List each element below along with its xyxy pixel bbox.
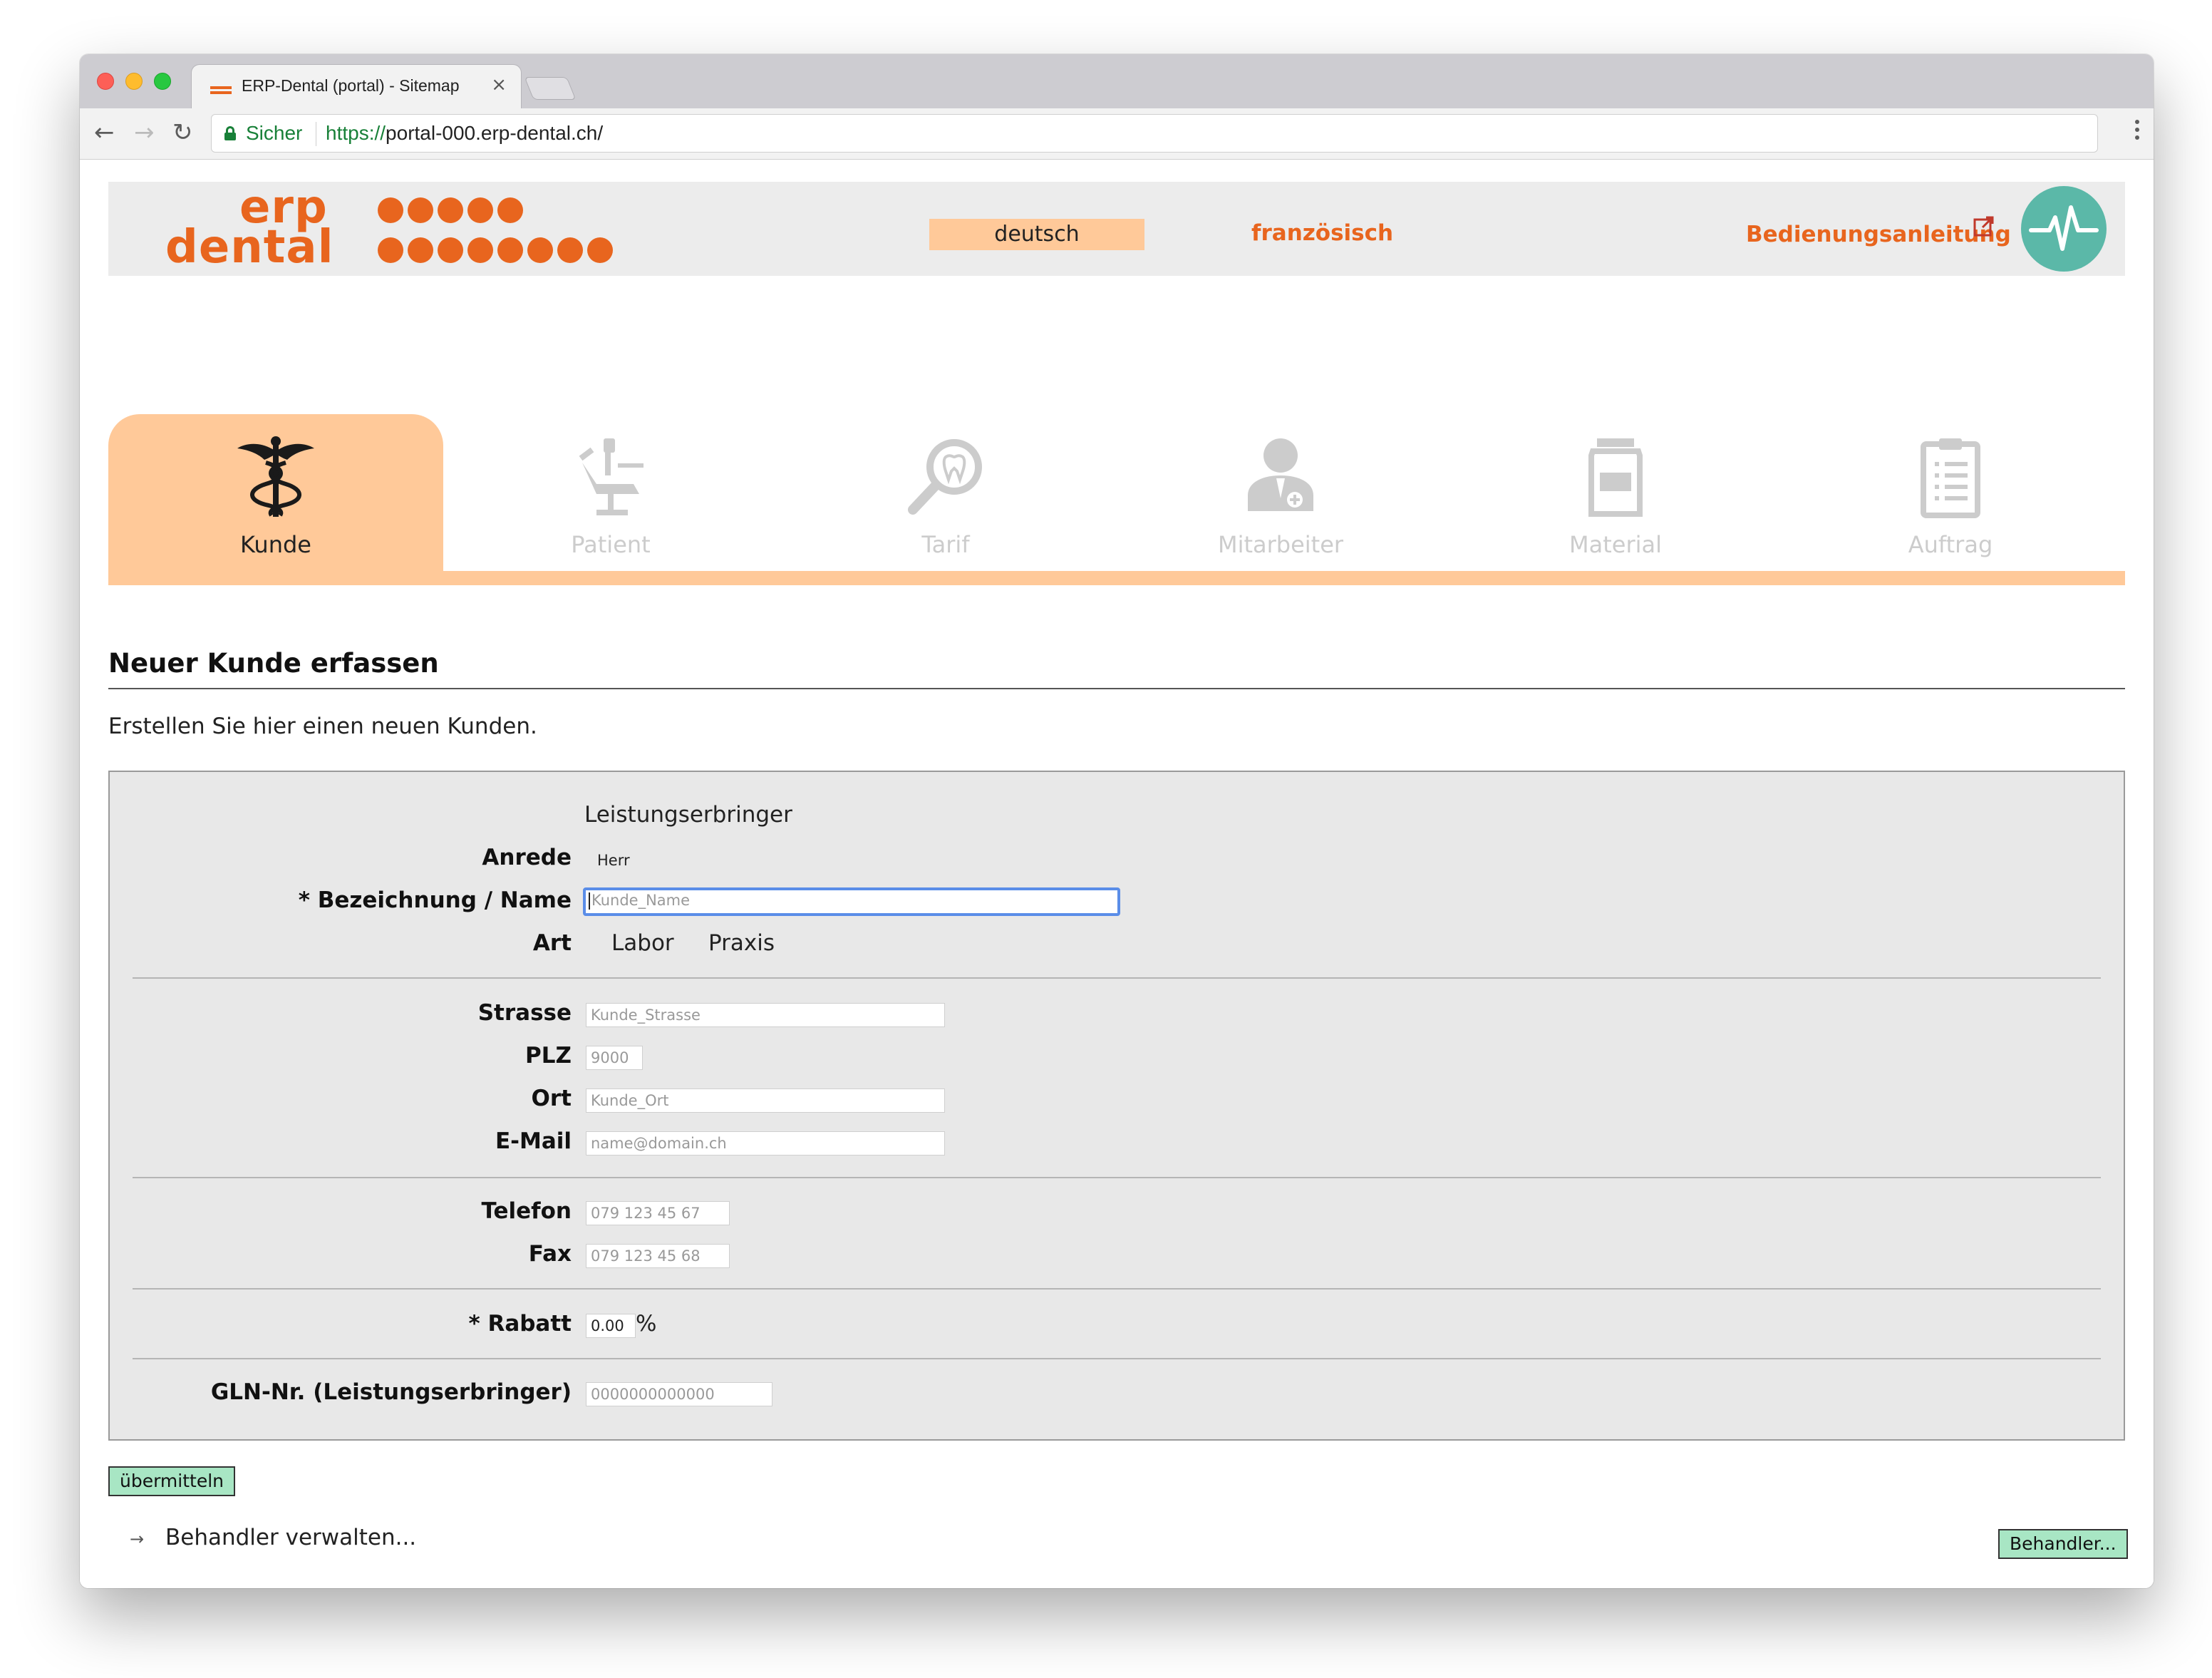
intro-text: Erstellen Sie hier einen neuen Kunden.	[108, 714, 537, 739]
submit-button[interactable]: übermitteln	[108, 1466, 236, 1496]
gln-label: GLN-Nr. (Leistungserbringer)	[210, 1379, 572, 1405]
close-window-button[interactable]	[97, 73, 114, 90]
url-text[interactable]: https://portal-000.erp-dental.ch/	[326, 122, 603, 145]
address-bar[interactable]: Sicher https://portal-000.erp-dental.ch/	[211, 114, 2098, 153]
doctor-icon	[1248, 438, 1313, 511]
caduceus-icon	[237, 436, 314, 517]
module-navigation: Kunde Patient Tarif Mitarbeiter Material…	[108, 414, 2125, 585]
name-input[interactable]: Kunde_Name	[583, 887, 1120, 916]
forward-arrow-icon[interactable]: →	[134, 118, 155, 147]
manage-behandler-link[interactable]: Behandler verwalten...	[165, 1525, 416, 1550]
tab-title: ERP-Dental (portal) - Sitemap	[242, 76, 460, 95]
page-content: erp dental deutsch französisch Bedienung…	[80, 160, 2154, 1588]
tab-kunde-label: Kunde	[240, 531, 311, 558]
form-separator	[133, 977, 2101, 979]
browser-tab[interactable]: ERP-Dental (portal) - Sitemap ×	[191, 64, 522, 108]
logo-dots-row-2	[378, 237, 613, 263]
art-option-labor[interactable]: Labor	[611, 930, 674, 956]
plz-input[interactable]: 9000	[586, 1046, 643, 1070]
plz-label: PLZ	[525, 1043, 572, 1069]
rabatt-label: * Rabatt	[468, 1311, 572, 1337]
clipboard-icon	[1921, 438, 1980, 518]
secure-label: Sicher	[246, 122, 303, 144]
ort-input[interactable]: Kunde_Ort	[586, 1088, 945, 1113]
strasse-input[interactable]: Kunde_Strasse	[586, 1003, 945, 1027]
gln-input[interactable]: 0000000000000	[586, 1382, 772, 1406]
telefon-label: Telefon	[481, 1198, 572, 1224]
logo-word-dental: dental	[165, 221, 334, 274]
tooth-magnifier-icon	[908, 439, 982, 515]
tab-tarif[interactable]: Tarif	[778, 414, 1113, 585]
fax-label: Fax	[528, 1241, 572, 1267]
ort-label: Ort	[531, 1086, 572, 1111]
browser-menu-icon[interactable]	[2135, 120, 2141, 143]
name-label: * Bezeichnung / Name	[298, 887, 572, 913]
logo-dots-row-1	[378, 197, 523, 223]
name-input-placeholder: Kunde_Name	[591, 892, 691, 909]
title-divider	[108, 688, 2125, 689]
favicon-icon	[210, 86, 232, 95]
heartbeat-logo-icon	[2021, 186, 2107, 272]
tab-mitarbeiter[interactable]: Mitarbeiter	[1113, 414, 1448, 585]
reload-icon[interactable]: ↻	[172, 118, 193, 147]
tab-patient-label: Patient	[571, 531, 651, 558]
provider-type-value: Leistungserbringer	[584, 802, 792, 828]
telefon-input[interactable]: 079 123 45 67	[586, 1201, 730, 1225]
behandler-button[interactable]: Behandler...	[1998, 1529, 2128, 1559]
tab-material[interactable]: Material	[1448, 414, 1783, 585]
new-tab-button[interactable]	[524, 77, 577, 100]
browser-toolbar: ← → ↻ Sicher https://portal-000.erp-dent…	[80, 108, 2154, 160]
language-deutsch[interactable]: deutsch	[929, 219, 1144, 250]
external-link-icon[interactable]	[1973, 215, 1995, 237]
form-separator	[133, 1288, 2101, 1290]
arrow-right-icon: →	[130, 1529, 145, 1549]
form-separator	[133, 1358, 2101, 1359]
tab-kunde[interactable]: Kunde	[108, 414, 443, 585]
email-label: E-Mail	[495, 1128, 572, 1154]
fax-input[interactable]: 079 123 45 68	[586, 1244, 730, 1268]
tab-auftrag-label: Auftrag	[1908, 531, 1993, 558]
lock-icon	[224, 126, 236, 140]
browser-window: ERP-Dental (portal) - Sitemap × ← → ↻ Si…	[80, 54, 2154, 1588]
tab-tarif-label: Tarif	[921, 531, 970, 558]
tab-close-icon[interactable]: ×	[491, 75, 507, 95]
tab-auftrag[interactable]: Auftrag	[1783, 414, 2118, 585]
tab-patient[interactable]: Patient	[443, 414, 778, 585]
url-scheme: https://	[326, 122, 386, 144]
customer-form: Leistungserbringer Anrede Herr * Bezeich…	[108, 771, 2125, 1441]
minimize-window-button[interactable]	[125, 73, 143, 90]
maximize-window-button[interactable]	[154, 73, 171, 90]
tab-strip: ERP-Dental (portal) - Sitemap ×	[80, 54, 2154, 108]
tab-material-label: Material	[1569, 531, 1662, 558]
url-host: portal-000.erp-dental.ch/	[386, 122, 604, 144]
manual-link[interactable]: Bedienungsanleitung	[1746, 222, 2011, 247]
form-separator	[133, 1177, 2101, 1178]
language-franzoesisch-link[interactable]: französisch	[1251, 220, 1393, 246]
art-label: Art	[532, 930, 572, 956]
anrede-label: Anrede	[482, 845, 572, 870]
dental-chair-icon	[579, 438, 644, 515]
email-input[interactable]: name@domain.ch	[586, 1131, 945, 1155]
rabatt-unit: %	[636, 1311, 657, 1337]
erp-dental-logo[interactable]: erp dental	[165, 183, 613, 276]
page-title: Neuer Kunde erfassen	[108, 648, 439, 679]
strasse-label: Strasse	[477, 1000, 572, 1026]
tab-mitarbeiter-label: Mitarbeiter	[1217, 531, 1344, 558]
rabatt-input[interactable]: 0.00	[586, 1314, 636, 1338]
art-option-praxis[interactable]: Praxis	[708, 930, 775, 956]
back-arrow-icon[interactable]: ←	[94, 118, 115, 147]
material-jar-icon	[1588, 438, 1643, 517]
anrede-value[interactable]: Herr	[597, 852, 630, 869]
site-header: erp dental deutsch französisch Bedienung…	[108, 182, 2125, 276]
